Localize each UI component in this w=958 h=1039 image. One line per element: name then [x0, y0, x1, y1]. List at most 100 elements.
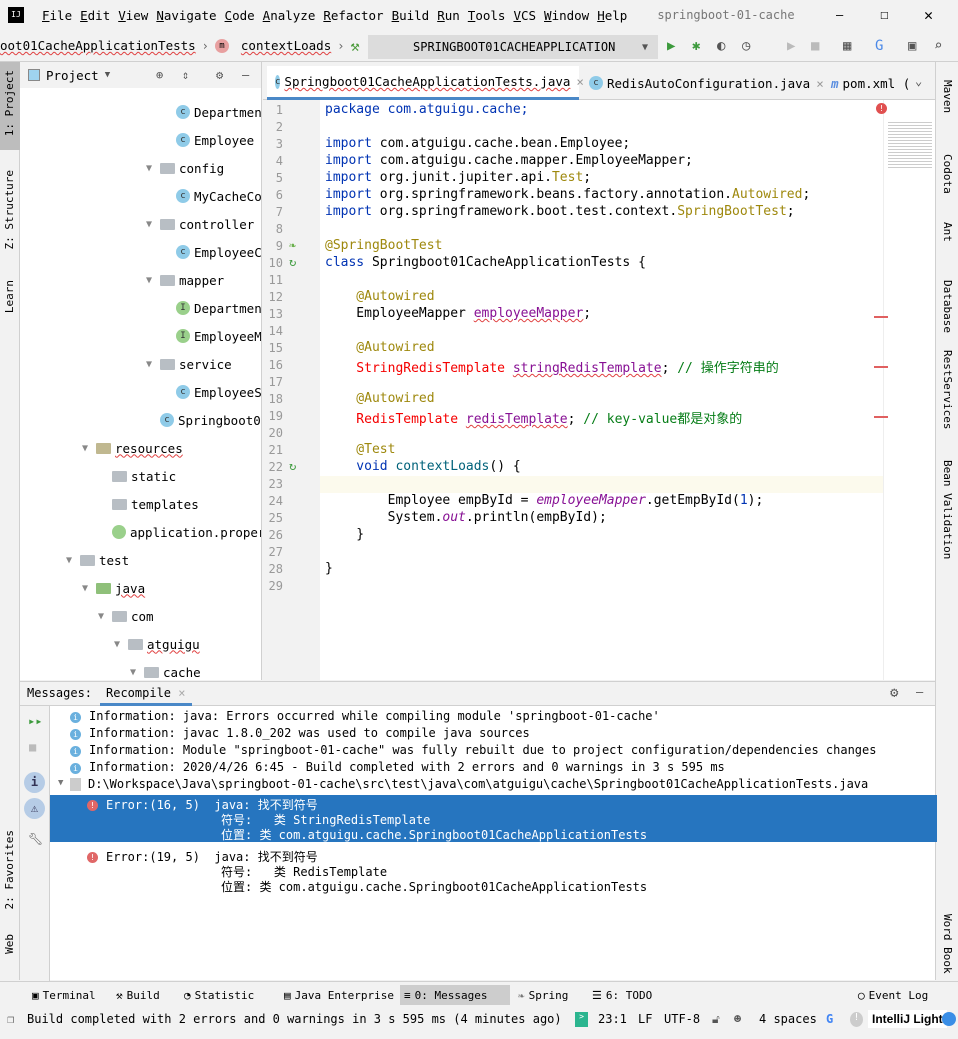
close-tab-icon[interactable]: ×: [178, 686, 185, 700]
tool-database[interactable]: Database: [941, 280, 954, 333]
stop-icon[interactable]: ■: [811, 38, 819, 54]
tabs-overflow-icon[interactable]: ⌄: [915, 74, 922, 88]
tree-item[interactable]: templates: [112, 494, 199, 514]
tree-item[interactable]: ▼ atguigu: [114, 634, 200, 654]
wrench-icon[interactable]: 🔧︎: [28, 832, 43, 846]
expand-arrow-icon[interactable]: ▼: [82, 583, 96, 594]
show-warnings-toggle[interactable]: ⚠: [24, 798, 45, 819]
expand-arrow-icon[interactable]: ▼: [98, 611, 112, 622]
search-icon[interactable]: ⌕: [934, 38, 942, 54]
notification-icon[interactable]: !: [850, 1012, 863, 1027]
expand-arrow-icon[interactable]: ▼: [130, 667, 144, 678]
tool-codota[interactable]: Codota: [941, 154, 954, 194]
tab-pom-xml[interactable]: m pom.xml (: [823, 66, 918, 100]
run-test-icon[interactable]: ↻: [289, 255, 296, 269]
tree-item[interactable]: ▼ service: [146, 354, 232, 374]
menu-help[interactable]: Help: [597, 8, 627, 23]
menu-window[interactable]: Window: [544, 8, 589, 23]
info-message[interactable]: Information: 2020/4/26 6:45 - Build comp…: [89, 760, 725, 774]
menu-view[interactable]: View: [118, 8, 148, 23]
tree-item[interactable]: c Springboot01: [160, 410, 261, 430]
tree-item[interactable]: ▼ java: [82, 578, 145, 598]
tree-item[interactable]: ▼ com: [98, 606, 154, 626]
error-mark[interactable]: [874, 316, 888, 318]
file-path[interactable]: D:\Workspace\Java\springboot-01-cache\sr…: [88, 777, 868, 791]
menu-analyze[interactable]: Analyze: [263, 8, 316, 23]
locate-icon[interactable]: ⊕: [156, 68, 163, 82]
tool-ant[interactable]: Ant: [941, 222, 954, 242]
tool-structure[interactable]: Z: Structure: [3, 170, 16, 249]
tool-word-book[interactable]: Word Book: [941, 914, 954, 974]
caret-position[interactable]: 23:1: [598, 1012, 627, 1026]
tree-item[interactable]: c Department: [176, 102, 261, 122]
menu-build[interactable]: Build: [392, 8, 430, 23]
menu-file[interactable]: File: [42, 8, 72, 23]
error-mark[interactable]: [874, 366, 888, 368]
tree-item[interactable]: ▼ mapper: [146, 270, 224, 290]
tree-item[interactable]: I Department: [176, 298, 261, 318]
tool-terminal[interactable]: ▣ Terminal: [28, 985, 100, 1005]
menu-edit[interactable]: Edit: [80, 8, 110, 23]
run-configuration-select[interactable]: SPRINGBOOT01CACHEAPPLICATION ▼: [368, 35, 658, 59]
expand-arrow-icon[interactable]: ▼: [146, 275, 160, 286]
tool-statistic[interactable]: ◔ Statistic: [180, 985, 258, 1005]
tool-build[interactable]: ⚒ Build: [112, 985, 164, 1005]
line-separator[interactable]: LF: [638, 1012, 652, 1026]
gear-icon[interactable]: ⚙: [216, 68, 223, 82]
tree-item[interactable]: I EmployeeMa: [176, 326, 261, 346]
inspector-icon[interactable]: ☻: [734, 1012, 741, 1026]
spring-bean-icon[interactable]: ❧: [289, 238, 296, 252]
menu-code[interactable]: Code: [225, 8, 255, 23]
tab-recompile[interactable]: Recompile ×: [100, 682, 192, 706]
project-view-select[interactable]: Project: [46, 68, 99, 83]
info-message[interactable]: Information: Module "springboot-01-cache…: [89, 743, 876, 757]
tool-messages[interactable]: ≡ 0: Messages: [400, 985, 510, 1005]
tab-redisautoconfiguration[interactable]: c RedisAutoConfiguration.java ×: [581, 66, 832, 100]
maximize-button[interactable]: ☐: [880, 7, 888, 23]
tool-java-enterprise[interactable]: ▤ Java Enterprise: [280, 985, 398, 1005]
tool-maven[interactable]: Maven: [941, 80, 954, 113]
error-indicator-icon[interactable]: !: [876, 103, 887, 114]
tab-springboot01cacheapplicationtests[interactable]: c Springboot01CacheApplicationTests.java…: [267, 66, 584, 100]
menu-tools[interactable]: Tools: [468, 8, 506, 23]
expand-arrow-icon[interactable]: ▼: [146, 359, 160, 370]
indent-setting[interactable]: 4 spaces: [759, 1012, 817, 1026]
profile-icon[interactable]: ◷: [742, 38, 750, 54]
tool-restservices[interactable]: RestServices: [941, 350, 954, 429]
tree-item[interactable]: c MyCacheCor: [176, 186, 261, 206]
gear-icon[interactable]: ⚙: [890, 685, 898, 701]
breadcrumb-class[interactable]: oot01CacheApplicationTests: [0, 38, 196, 53]
rerun-icon[interactable]: ▸▸: [28, 714, 42, 728]
error-mark[interactable]: [874, 416, 888, 418]
expand-arrow-icon[interactable]: ▼: [82, 443, 96, 454]
expand-arrow-icon[interactable]: ▼: [146, 163, 160, 174]
show-info-toggle[interactable]: i: [24, 772, 45, 793]
tool-todo[interactable]: ☰ 6: TODO: [588, 985, 656, 1005]
terminal-status-icon[interactable]: >: [575, 1012, 588, 1027]
rerun-icon[interactable]: ▶: [787, 38, 795, 54]
terminal-toggle-icon[interactable]: ▣: [908, 38, 916, 54]
tool-project[interactable]: 1: Project: [3, 70, 16, 136]
run-test-icon[interactable]: ↻: [289, 459, 296, 473]
tree-item[interactable]: ▼ config: [146, 158, 224, 178]
tree-item[interactable]: c Employee: [176, 130, 254, 150]
editor-error-stripe[interactable]: !: [874, 100, 935, 680]
tool-favorites[interactable]: 2: Favorites: [3, 830, 16, 909]
translate-icon[interactable]: G: [875, 38, 883, 54]
tree-item[interactable]: ▼ controller: [146, 214, 254, 234]
tree-item[interactable]: ▼ resources: [82, 438, 183, 458]
google-icon[interactable]: G: [826, 1012, 833, 1026]
expand-arrow-icon[interactable]: ▼: [146, 219, 160, 230]
collapse-arrow-icon[interactable]: ▼: [58, 778, 63, 788]
status-message[interactable]: Build completed with 2 errors and 0 warn…: [27, 1012, 562, 1026]
tree-item[interactable]: static: [112, 466, 176, 486]
minimize-button[interactable]: —: [836, 8, 843, 22]
project-structure-icon[interactable]: ▦: [843, 38, 851, 54]
tree-item[interactable]: ▼ test: [66, 550, 129, 570]
run-icon[interactable]: ▶: [667, 38, 675, 54]
collapse-all-icon[interactable]: ⇕: [182, 68, 189, 82]
theme-indicator[interactable]: IntelliJ Light: [868, 1010, 947, 1028]
tree-item[interactable]: application.propert: [112, 522, 261, 542]
code-minimap[interactable]: [888, 120, 932, 170]
file-encoding[interactable]: UTF-8: [664, 1012, 700, 1026]
